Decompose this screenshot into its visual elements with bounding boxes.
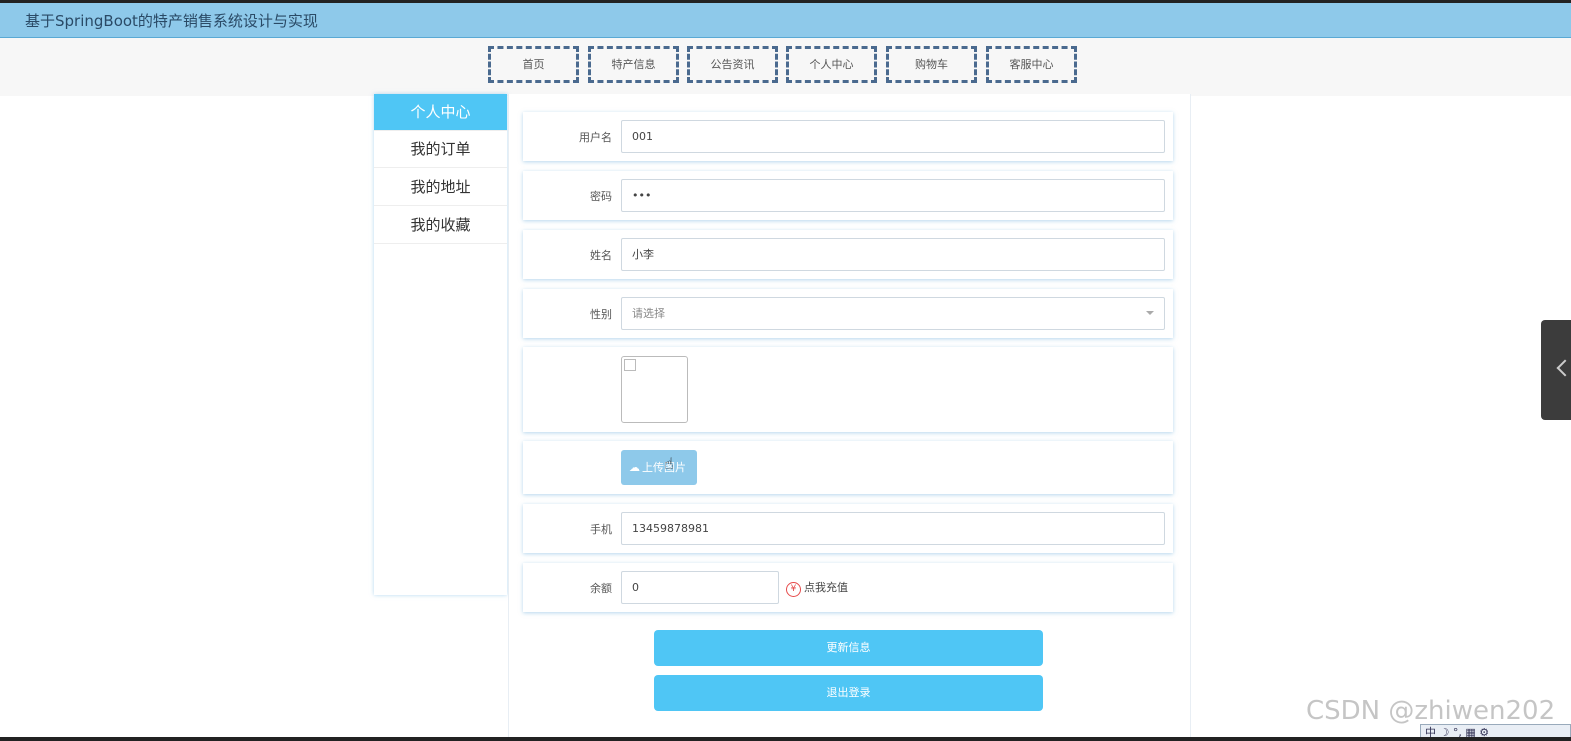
yen-icon: ¥	[786, 582, 801, 597]
watermark: CSDN @zhiwen202	[1306, 696, 1556, 726]
gender-label: 性别	[590, 308, 612, 321]
nav-item-profile[interactable]: 个人中心	[786, 46, 877, 83]
nav-item-cart[interactable]: 购物车	[886, 46, 977, 83]
nav-item-news[interactable]: 公告资讯	[687, 46, 778, 83]
sidebar-item-favorites[interactable]: 我的收藏	[374, 207, 507, 244]
nav-item-home[interactable]: 首页	[488, 46, 579, 83]
logout-button[interactable]: 退出登录	[654, 675, 1043, 711]
chevron-down-icon	[1146, 311, 1154, 315]
name-label: 姓名	[590, 249, 612, 262]
balance-row: 余额 0 ¥ 点我充值	[523, 563, 1173, 612]
password-row: 密码 •••	[523, 171, 1173, 220]
gender-select[interactable]: 请选择	[621, 297, 1165, 330]
sidebar-item-profile[interactable]: 个人中心	[374, 94, 507, 131]
password-label: 密码	[590, 190, 612, 203]
chevron-left-icon	[1556, 359, 1571, 377]
update-info-button[interactable]: 更新信息	[654, 630, 1043, 666]
username-row: 用户名 001	[523, 112, 1173, 161]
avatar	[621, 356, 688, 423]
app-header: 基于SpringBoot的特产销售系统设计与实现	[0, 0, 1571, 38]
phone-input[interactable]: 13459878981	[621, 512, 1165, 545]
balance-label: 余额	[590, 582, 612, 595]
phone-label: 手机	[590, 523, 612, 536]
upload-image-button[interactable]: ☁ 上传图片	[621, 450, 697, 485]
balance-input[interactable]: 0	[621, 571, 779, 604]
bottom-border	[0, 737, 1571, 741]
nav-item-service[interactable]: 客服中心	[986, 46, 1077, 83]
password-input[interactable]: •••	[621, 179, 1165, 212]
username-label: 用户名	[579, 131, 612, 144]
broken-image-icon	[624, 359, 636, 371]
top-nav: 首页 特产信息 公告资讯 个人中心 购物车 客服中心	[0, 38, 1571, 96]
cloud-upload-icon: ☁	[629, 461, 640, 474]
gender-row: 性别 请选择	[523, 289, 1173, 338]
recharge-label: 点我充值	[804, 581, 848, 594]
nav-item-products[interactable]: 特产信息	[588, 46, 679, 83]
name-input[interactable]: 小李	[621, 238, 1165, 271]
recharge-link[interactable]: ¥ 点我充值	[786, 579, 848, 597]
sidebar-item-address[interactable]: 我的地址	[374, 169, 507, 206]
avatar-row	[523, 347, 1173, 432]
phone-row: 手机 13459878981	[523, 504, 1173, 553]
profile-sidebar: 个人中心 我的订单 我的地址 我的收藏	[374, 94, 507, 595]
app-title: 基于SpringBoot的特产销售系统设计与实现	[25, 12, 318, 30]
gender-select-value: 请选择	[632, 307, 665, 320]
username-input[interactable]: 001	[621, 120, 1165, 153]
name-row: 姓名 小李	[523, 230, 1173, 279]
upload-row: ☁ 上传图片	[523, 441, 1173, 494]
hand-cursor-icon: ☝	[664, 454, 674, 473]
side-panel-toggle[interactable]	[1541, 320, 1571, 420]
sidebar-item-orders[interactable]: 我的订单	[374, 131, 507, 168]
